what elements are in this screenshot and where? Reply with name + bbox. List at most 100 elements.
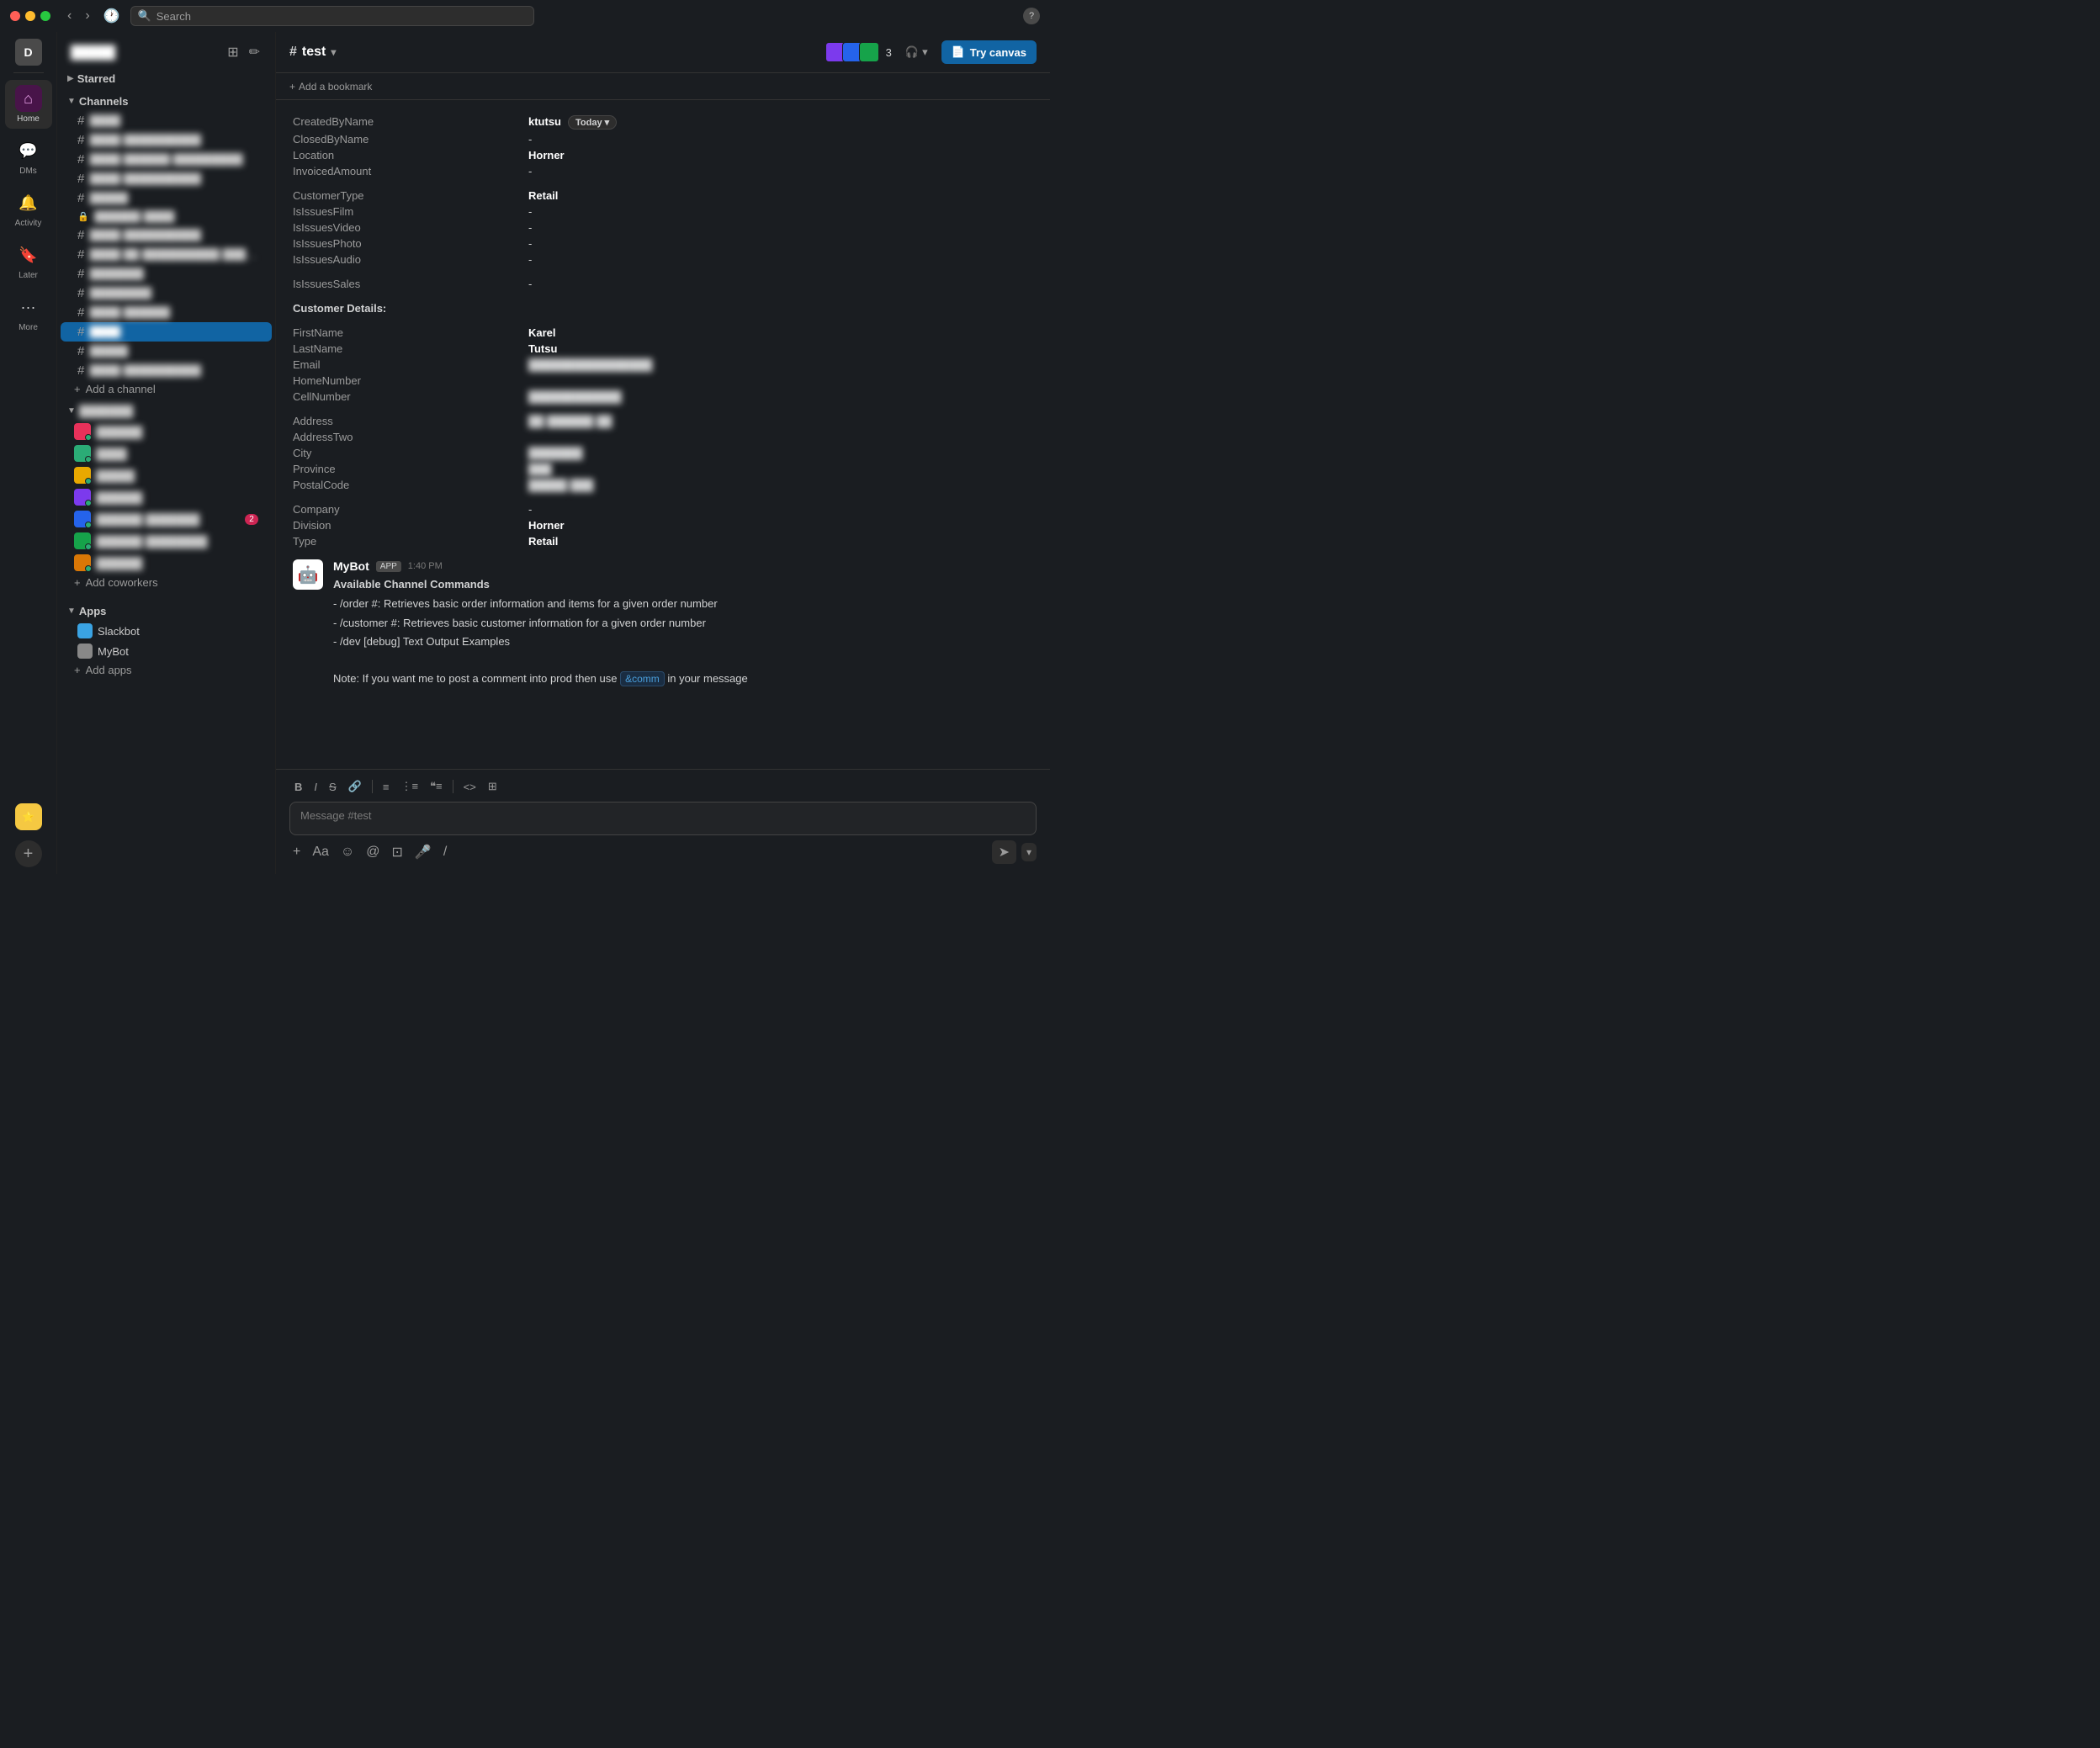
close-button[interactable] bbox=[10, 11, 20, 21]
channel-item[interactable]: #████ bbox=[61, 111, 272, 130]
table-key: IsIssuesAudio bbox=[293, 252, 528, 267]
channel-item[interactable]: #████ ██████████ bbox=[61, 169, 272, 188]
bold-button[interactable]: B bbox=[289, 777, 307, 797]
dm-avatar bbox=[74, 532, 91, 549]
channel-item[interactable]: #█████ bbox=[61, 188, 272, 208]
forward-button[interactable]: › bbox=[82, 7, 93, 25]
bot-line: Note: If you want me to post a comment i… bbox=[333, 670, 1033, 688]
table-value: - bbox=[528, 131, 1033, 147]
minimize-button[interactable] bbox=[25, 11, 35, 21]
table-value: - bbox=[528, 204, 1033, 220]
today-badge[interactable]: Today ▾ bbox=[568, 115, 617, 130]
table-value: ███ bbox=[528, 461, 1033, 477]
messages-area[interactable]: CreatedByNamektutsuToday ▾ClosedByName-L… bbox=[276, 100, 1050, 769]
dm-item[interactable]: ██████ bbox=[61, 421, 272, 442]
channel-hash-icon: # bbox=[77, 152, 84, 167]
rail-home[interactable]: ⌂ Home bbox=[5, 80, 52, 129]
channels-header[interactable]: ▼ Channels bbox=[57, 92, 275, 111]
ordered-list-button[interactable]: ⋮≡ bbox=[395, 776, 423, 797]
format-button[interactable]: Aa bbox=[309, 841, 332, 863]
add-coworkers-link[interactable]: + Add coworkers bbox=[61, 574, 272, 591]
table-key: ClosedByName bbox=[293, 131, 528, 147]
fullscreen-button[interactable] bbox=[40, 11, 50, 21]
channel-item[interactable]: 🔒██████ ████ bbox=[61, 208, 272, 225]
channel-item[interactable]: #█████ bbox=[61, 342, 272, 361]
rail-later[interactable]: 🔖 Later bbox=[5, 236, 52, 285]
data-table: CreatedByNamektutsuToday ▾ClosedByName-L… bbox=[293, 114, 1033, 549]
filter-button[interactable]: ⊞ bbox=[225, 42, 240, 62]
unordered-list-button[interactable]: ≡ bbox=[378, 777, 395, 797]
slash-button[interactable]: / bbox=[440, 841, 450, 863]
compose-button[interactable]: ✏ bbox=[247, 42, 262, 62]
starred-header[interactable]: ▶ Starred bbox=[57, 69, 275, 88]
channel-item[interactable]: #████████ bbox=[61, 283, 272, 303]
audio-button[interactable]: 🎤 bbox=[411, 840, 435, 864]
shortcuts-button[interactable]: ⊡ bbox=[389, 840, 406, 864]
headphones-button[interactable]: 🎧 ▾ bbox=[899, 42, 935, 62]
add-channel-link[interactable]: + Add a channel bbox=[61, 380, 272, 398]
apps-header[interactable]: ▼ Apps bbox=[57, 601, 275, 621]
dm-item[interactable]: ████ bbox=[61, 442, 272, 464]
strikethrough-button[interactable]: S bbox=[324, 777, 342, 797]
channel-item[interactable]: #████ ██████████ bbox=[61, 130, 272, 150]
channel-item[interactable]: #████ ██ ██████████ ██████ bbox=[61, 245, 272, 264]
add-bookmark-link[interactable]: + Add a bookmark bbox=[289, 81, 372, 93]
add-apps-link[interactable]: + Add apps bbox=[61, 661, 272, 679]
blockquote-button[interactable]: ❝≡ bbox=[425, 776, 448, 797]
channel-item[interactable]: #███████ bbox=[61, 264, 272, 283]
rail-more[interactable]: ··· More bbox=[5, 289, 52, 337]
apps-title: Apps bbox=[79, 605, 107, 617]
apps-section: ▼ Apps SlackbotMyBot + Add apps bbox=[57, 601, 275, 679]
app-item[interactable]: Slackbot bbox=[61, 621, 272, 641]
status-dot bbox=[85, 565, 92, 572]
send-dropdown-button[interactable]: ▾ bbox=[1021, 843, 1037, 861]
channels-section: ▼ Channels #████#████ ██████████#████ ██… bbox=[57, 92, 275, 398]
attach-button[interactable]: + bbox=[289, 841, 304, 863]
app-icon bbox=[77, 644, 93, 659]
inline-command-link[interactable]: &comm bbox=[620, 671, 665, 686]
emoji-button[interactable]: ☺ bbox=[337, 841, 358, 863]
icon-rail: D ⌂ Home 💬 DMs 🔔 Activity 🔖 Later ··· Mo… bbox=[0, 32, 57, 874]
code-button[interactable]: <> bbox=[459, 777, 481, 797]
channel-title[interactable]: # test ▾ bbox=[289, 45, 336, 60]
table-key: Company bbox=[293, 501, 528, 517]
channel-item[interactable]: #████ ██████ █████████ bbox=[61, 150, 272, 169]
table-key: CellNumber bbox=[293, 389, 528, 405]
send-button[interactable]: ➤ bbox=[992, 840, 1016, 864]
channel-dropdown-icon: ▾ bbox=[331, 46, 336, 58]
rail-dms[interactable]: 💬 DMs bbox=[5, 132, 52, 181]
dm-name: ██████ ███████ bbox=[96, 513, 240, 526]
rail-activity[interactable]: 🔔 Activity bbox=[5, 184, 52, 233]
channel-name-label: ████████ bbox=[89, 287, 258, 299]
user-avatar[interactable]: D bbox=[15, 39, 42, 66]
dm-item[interactable]: ██████ ████████ bbox=[61, 530, 272, 552]
channel-name-label: ████ ██████ bbox=[89, 306, 258, 319]
channel-item[interactable]: #████ ██████ bbox=[61, 303, 272, 322]
app-item[interactable]: MyBot bbox=[61, 641, 272, 661]
channel-hash-icon: # bbox=[77, 172, 84, 186]
channel-item[interactable]: #████ ██████████ bbox=[61, 361, 272, 380]
dms-section-header[interactable]: ▼ ███████ bbox=[57, 401, 275, 421]
dm-item[interactable]: ██████ ███████2 bbox=[61, 508, 272, 530]
code-block-button[interactable]: ⊞ bbox=[483, 776, 502, 797]
table-key: FirstName bbox=[293, 325, 528, 341]
italic-button[interactable]: I bbox=[309, 777, 322, 797]
table-key: Email bbox=[293, 357, 528, 373]
workspace-icon[interactable]: ⭐ bbox=[15, 803, 42, 830]
dm-item[interactable]: █████ bbox=[61, 464, 272, 486]
dm-item[interactable]: ██████ bbox=[61, 552, 272, 574]
history-button[interactable]: 🕐 bbox=[100, 6, 124, 26]
add-apps-icon: + bbox=[74, 664, 81, 676]
help-button[interactable]: ? bbox=[1023, 8, 1040, 24]
message-input[interactable]: Message #test bbox=[289, 802, 1037, 835]
back-button[interactable]: ‹ bbox=[64, 7, 75, 25]
channel-item[interactable]: #████ bbox=[61, 322, 272, 342]
mention-button[interactable]: @ bbox=[363, 841, 383, 863]
channel-item[interactable]: #████ ██████████ bbox=[61, 225, 272, 245]
bot-header: MyBot APP 1:40 PM bbox=[333, 559, 1033, 573]
dm-item[interactable]: ██████ bbox=[61, 486, 272, 508]
link-button[interactable]: 🔗 bbox=[343, 776, 367, 797]
add-workspace-button[interactable]: + bbox=[15, 840, 42, 867]
try-canvas-button[interactable]: 📄 Try canvas bbox=[941, 40, 1037, 64]
search-bar[interactable]: 🔍 Search bbox=[130, 6, 534, 26]
